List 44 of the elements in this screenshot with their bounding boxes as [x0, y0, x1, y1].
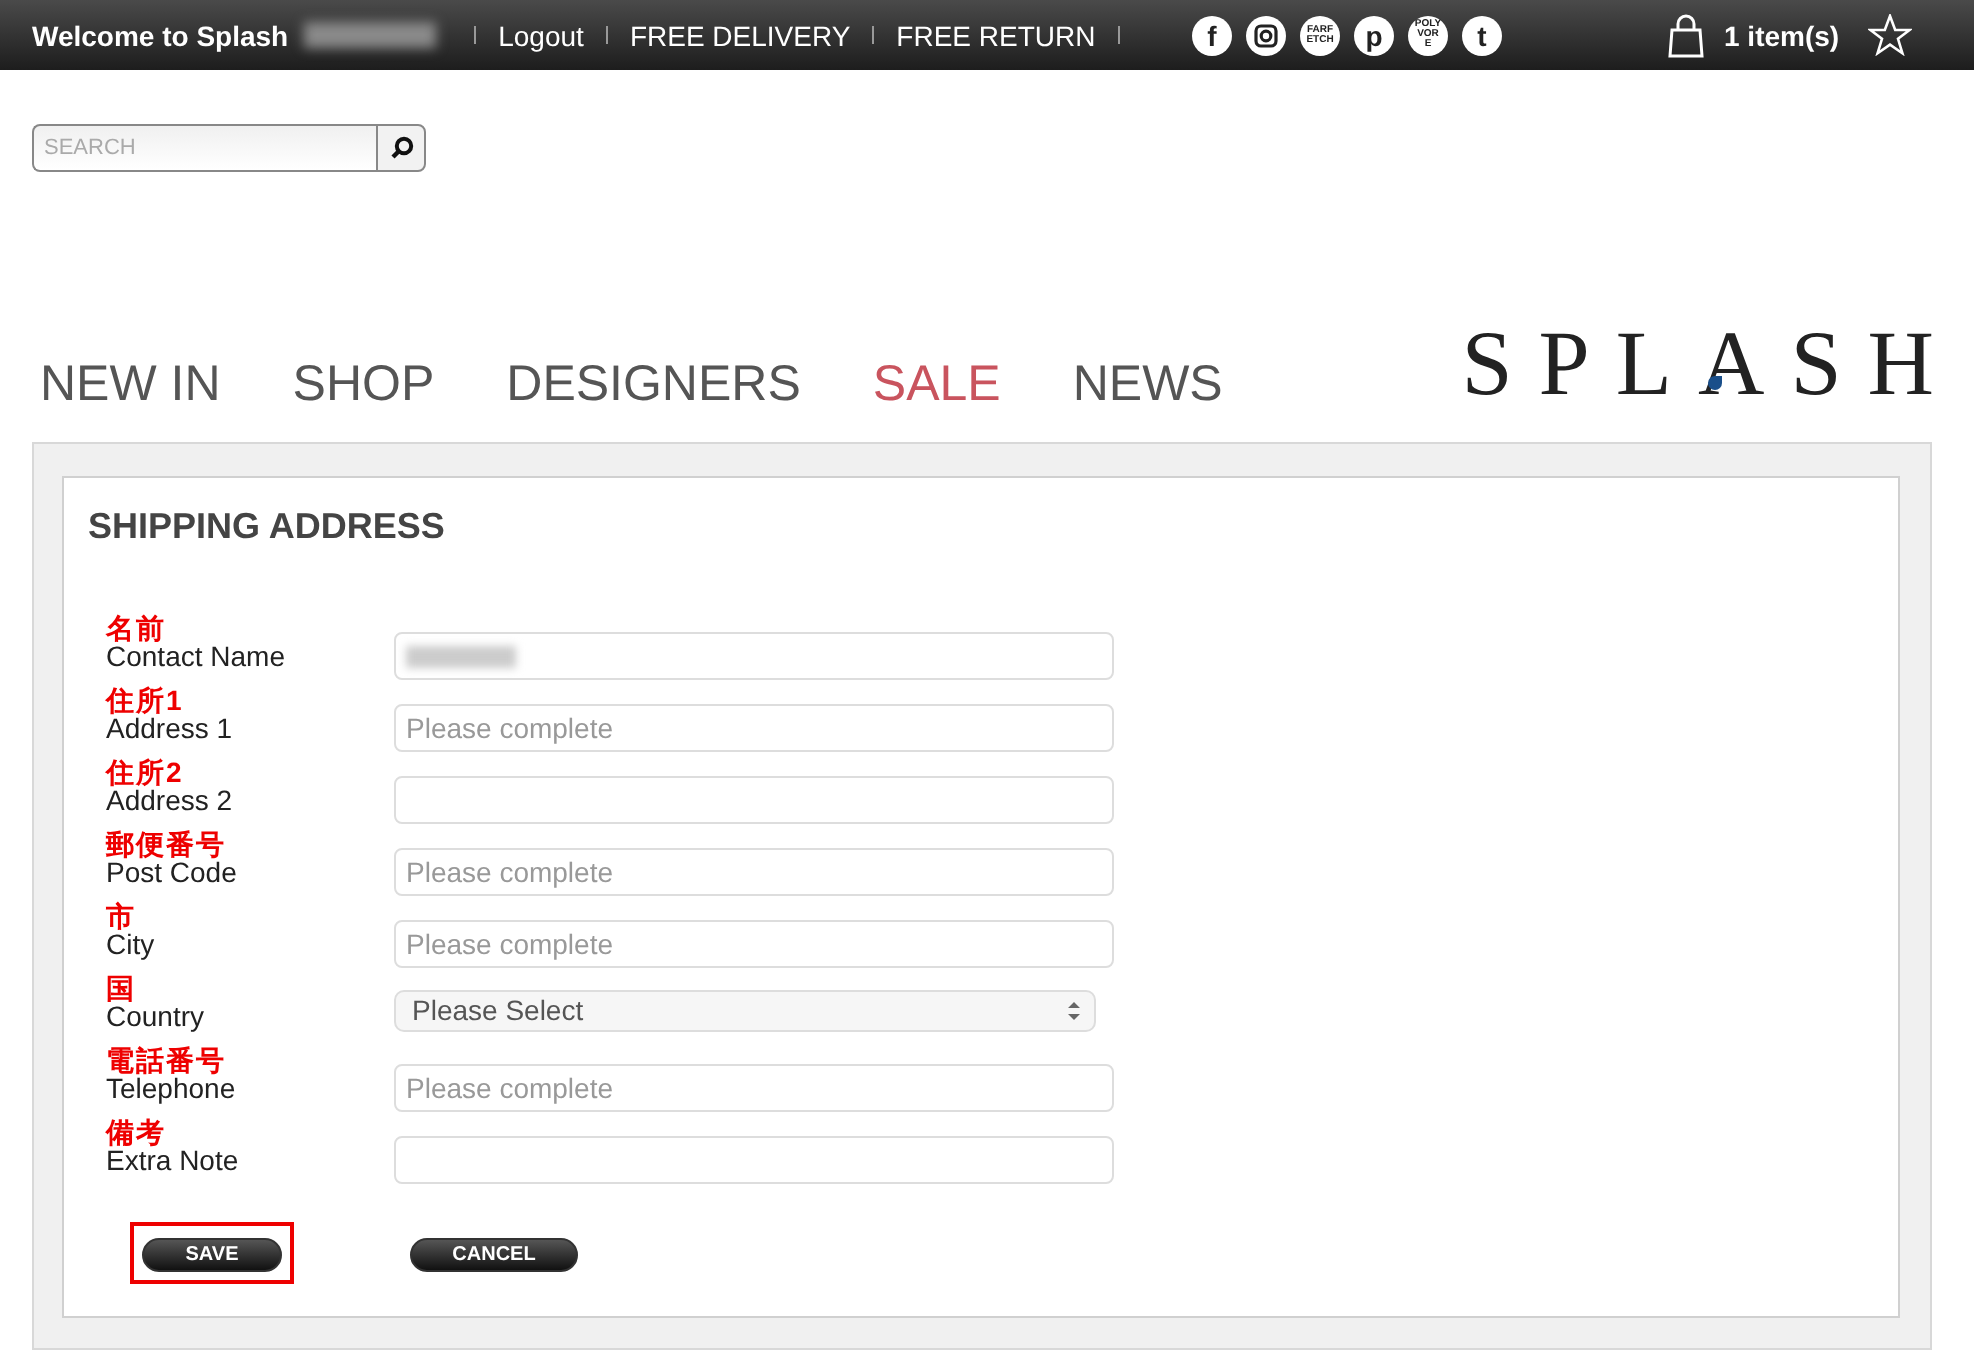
form-title: SHIPPING ADDRESS	[88, 506, 447, 548]
nav-link[interactable]: NEWS	[1072, 356, 1223, 414]
country-select[interactable]: Please Select	[394, 989, 1096, 1031]
annotation-note: 市	[106, 900, 138, 933]
field-label: Extra Note	[106, 1146, 241, 1174]
field-label: Address 2	[106, 786, 235, 814]
star-icon[interactable]	[1867, 14, 1912, 56]
top-link[interactable]: FREE DELIVERY	[629, 19, 851, 51]
input-field[interactable]	[394, 776, 1114, 824]
field-label: Address 1	[106, 714, 235, 742]
social-icon[interactable]: f	[1192, 15, 1232, 55]
shopping-bag-icon[interactable]	[1668, 13, 1704, 57]
welcome-text: Welcome to Splash	[32, 19, 289, 51]
top-link[interactable]: FREE RETURN	[896, 19, 1096, 51]
cancel-button[interactable]: CANCEL	[410, 1238, 578, 1272]
annotation-note: 郵便番号	[106, 828, 228, 861]
field-label: Contact Name	[106, 642, 287, 670]
social-icon[interactable]: t	[1462, 15, 1502, 55]
camera-icon[interactable]	[1246, 15, 1286, 55]
annotation-note: 住所2	[106, 756, 186, 789]
field-label: Telephone	[106, 1074, 238, 1102]
annotation-note: 住所1	[106, 684, 186, 717]
select-arrows-icon	[1066, 999, 1082, 1021]
annotation-note: 名前	[106, 612, 168, 646]
top-link[interactable]: Logout	[498, 19, 584, 51]
nav-link[interactable]: DESIGNERS	[506, 356, 801, 414]
cart-link[interactable]: 1 item(s)	[1724, 19, 1840, 51]
social-icon[interactable]: p	[1354, 15, 1394, 55]
annotation-note: 電話番号	[106, 1044, 228, 1077]
nav-link[interactable]: SHOP	[292, 356, 435, 414]
nav-link[interactable]: SALE	[872, 356, 1001, 414]
field-label: Country	[106, 1002, 207, 1030]
search-button[interactable]	[376, 124, 426, 172]
input-field[interactable]	[394, 1136, 1114, 1184]
field-label: Post Code	[106, 858, 239, 886]
splash-logo[interactable]: SPLASH	[1461, 318, 1960, 410]
nav-link[interactable]: NEW IN	[40, 356, 221, 414]
save-button[interactable]: SAVE	[142, 1238, 282, 1272]
annotation-note: 備考	[106, 1116, 168, 1150]
field-label: City	[106, 930, 157, 958]
search-icon[interactable]	[389, 136, 413, 160]
annotation-note: 国	[106, 972, 138, 1006]
input-field[interactable]	[394, 632, 1114, 680]
search-field[interactable]: SEARCH	[32, 124, 376, 172]
